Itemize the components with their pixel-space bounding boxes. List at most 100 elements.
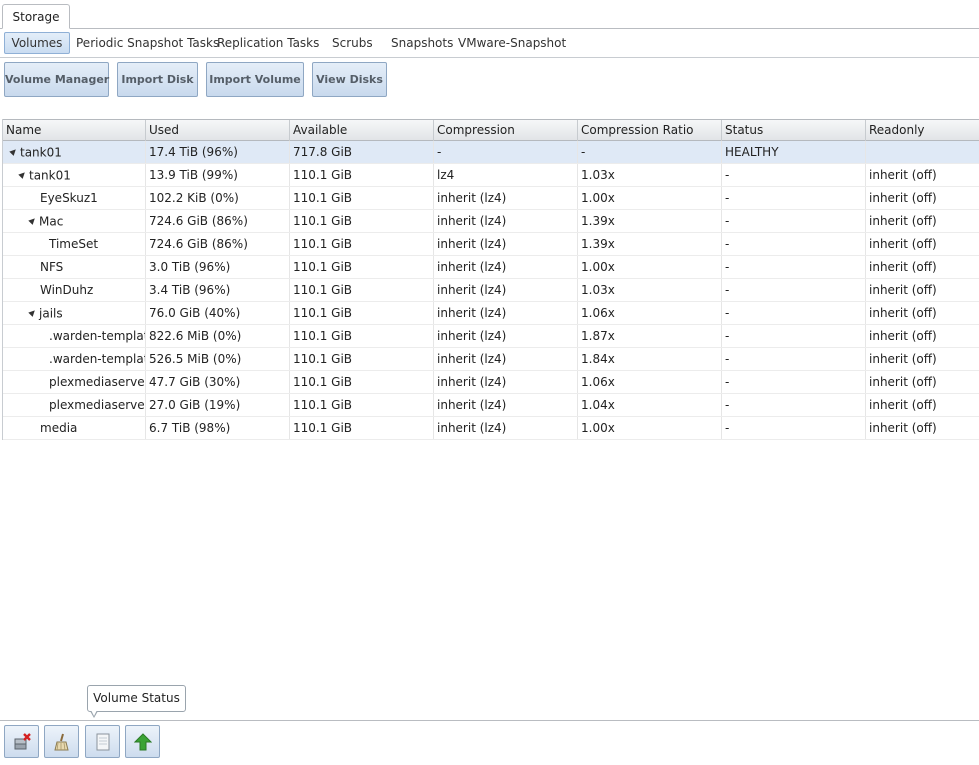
cell-compression-ratio: 1.04x: [578, 394, 722, 416]
table-row[interactable]: plexmediaserver_ 27.0 GiB (19%) 110.1 Gi…: [3, 394, 979, 417]
cell-used: 13.9 TiB (99%): [146, 164, 290, 186]
cell-name: .warden-template: [3, 348, 146, 370]
cell-compression: inherit (lz4): [434, 417, 578, 439]
cell-compression: inherit (lz4): [434, 279, 578, 301]
cell-name: TimeSet: [3, 233, 146, 255]
cell-readonly: inherit (off): [869, 375, 937, 389]
cell-status: -: [722, 302, 866, 324]
cell-used: 47.7 GiB (30%): [146, 371, 290, 393]
tab-replication-tasks[interactable]: Replication Tasks: [217, 32, 319, 54]
tab-storage[interactable]: Storage: [2, 4, 70, 29]
cell-compression: lz4: [434, 164, 578, 186]
volume-status-button[interactable]: [85, 725, 120, 758]
column-header-readonly[interactable]: Readonly: [866, 120, 979, 141]
tab-snapshots[interactable]: Snapshots: [391, 32, 453, 54]
cell-readonly: inherit (off): [869, 260, 937, 274]
cell-name: .warden-template: [3, 325, 146, 347]
cell-used: 102.2 KiB (0%): [146, 187, 290, 209]
cell-available: 110.1 GiB: [290, 210, 434, 232]
cell-readonly: inherit (off): [869, 191, 937, 205]
import-volume-button[interactable]: Import Volume: [206, 62, 304, 97]
cell-available: 110.1 GiB: [290, 371, 434, 393]
cell-compression: -: [434, 141, 578, 163]
cell-name: ▲jails: [3, 302, 146, 324]
volume-manager-button[interactable]: Volume Manager: [4, 62, 109, 97]
cell-compression-ratio: 1.39x: [578, 210, 722, 232]
table-row[interactable]: ▲jails 76.0 GiB (40%) 110.1 GiB inherit …: [3, 302, 979, 325]
cell-used: 6.7 TiB (98%): [146, 417, 290, 439]
tab-periodic-snapshot-tasks[interactable]: Periodic Snapshot Tasks: [76, 32, 219, 54]
cell-readonly: inherit (off): [869, 398, 937, 412]
detach-volume-button[interactable]: [4, 725, 39, 758]
cell-compression: inherit (lz4): [434, 233, 578, 255]
cell-used: 724.6 GiB (86%): [146, 233, 290, 255]
column-header-available[interactable]: Available: [290, 120, 434, 141]
cell-used: 822.6 MiB (0%): [146, 325, 290, 347]
import-disk-button[interactable]: Import Disk: [117, 62, 198, 97]
view-disks-button[interactable]: View Disks: [312, 62, 387, 97]
column-header-used[interactable]: Used: [146, 120, 290, 141]
table-row[interactable]: media 6.7 TiB (98%) 110.1 GiB inherit (l…: [3, 417, 979, 440]
tab-volumes[interactable]: Volumes: [4, 32, 70, 54]
cell-compression: inherit (lz4): [434, 210, 578, 232]
cell-name: plexmediaserver_: [3, 394, 146, 416]
table-row[interactable]: NFS 3.0 TiB (96%) 110.1 GiB inherit (lz4…: [3, 256, 979, 279]
cell-status: -: [722, 210, 866, 232]
cell-readonly: inherit (off): [869, 214, 937, 228]
cell-readonly: inherit (off): [869, 237, 937, 251]
cell-used: 27.0 GiB (19%): [146, 394, 290, 416]
table-row[interactable]: .warden-template 822.6 MiB (0%) 110.1 Gi…: [3, 325, 979, 348]
volume-status-tooltip: Volume Status: [87, 685, 186, 712]
column-header-compression-ratio[interactable]: Compression Ratio: [578, 120, 722, 141]
cell-status: -: [722, 348, 866, 370]
cell-used: 3.4 TiB (96%): [146, 279, 290, 301]
cell-compression-ratio: 1.87x: [578, 325, 722, 347]
upgrade-volume-button[interactable]: [125, 725, 160, 758]
column-header-status[interactable]: Status: [722, 120, 866, 141]
table-row[interactable]: ▲tank01 17.4 TiB (96%) 717.8 GiB - - HEA…: [3, 141, 979, 164]
sub-tab-bar: Volumes Periodic Snapshot Tasks Replicat…: [0, 29, 979, 58]
cell-name: NFS: [3, 256, 146, 278]
table-row[interactable]: ▲tank01 13.9 TiB (99%) 110.1 GiB lz4 1.0…: [3, 164, 979, 187]
tab-vmware-snapshot[interactable]: VMware-Snapshot: [458, 32, 566, 54]
table-row[interactable]: TimeSet 724.6 GiB (86%) 110.1 GiB inheri…: [3, 233, 979, 256]
cell-compression-ratio: 1.06x: [578, 371, 722, 393]
bottom-action-bar: [0, 720, 979, 765]
cell-name: WinDuhz: [3, 279, 146, 301]
scrub-volume-button[interactable]: [44, 725, 79, 758]
scrub-volume-icon: [54, 733, 69, 751]
cell-available: 110.1 GiB: [290, 394, 434, 416]
cell-status: -: [722, 187, 866, 209]
cell-status: -: [722, 256, 866, 278]
cell-readonly: inherit (off): [869, 306, 937, 320]
cell-available: 110.1 GiB: [290, 233, 434, 255]
column-header-name[interactable]: Name: [3, 120, 146, 141]
cell-compression: inherit (lz4): [434, 325, 578, 347]
column-header-compression[interactable]: Compression: [434, 120, 578, 141]
grid-header: Name Used Available Compression Compress…: [3, 119, 979, 141]
table-row[interactable]: EyeSkuz1 102.2 KiB (0%) 110.1 GiB inheri…: [3, 187, 979, 210]
cell-available: 110.1 GiB: [290, 348, 434, 370]
cell-used: 3.0 TiB (96%): [146, 256, 290, 278]
table-row[interactable]: .warden-template 526.5 MiB (0%) 110.1 Gi…: [3, 348, 979, 371]
cell-status: -: [722, 325, 866, 347]
cell-compression: inherit (lz4): [434, 187, 578, 209]
cell-readonly: [866, 141, 979, 163]
cell-status: -: [722, 233, 866, 255]
tab-scrubs[interactable]: Scrubs: [332, 32, 373, 54]
cell-readonly: inherit (off): [869, 352, 937, 366]
cell-name: ▲Mac: [3, 210, 146, 232]
cell-compression-ratio: 1.00x: [578, 187, 722, 209]
cell-available: 110.1 GiB: [290, 279, 434, 301]
cell-name: ▲tank01: [3, 141, 146, 163]
cell-compression-ratio: 1.84x: [578, 348, 722, 370]
cell-used: 76.0 GiB (40%): [146, 302, 290, 324]
table-row[interactable]: plexmediaserver_ 47.7 GiB (30%) 110.1 Gi…: [3, 371, 979, 394]
cell-compression-ratio: 1.00x: [578, 417, 722, 439]
cell-status: -: [722, 371, 866, 393]
cell-compression: inherit (lz4): [434, 256, 578, 278]
table-row[interactable]: ▲Mac 724.6 GiB (86%) 110.1 GiB inherit (…: [3, 210, 979, 233]
cell-readonly: inherit (off): [869, 283, 937, 297]
cell-compression-ratio: 1.06x: [578, 302, 722, 324]
table-row[interactable]: WinDuhz 3.4 TiB (96%) 110.1 GiB inherit …: [3, 279, 979, 302]
